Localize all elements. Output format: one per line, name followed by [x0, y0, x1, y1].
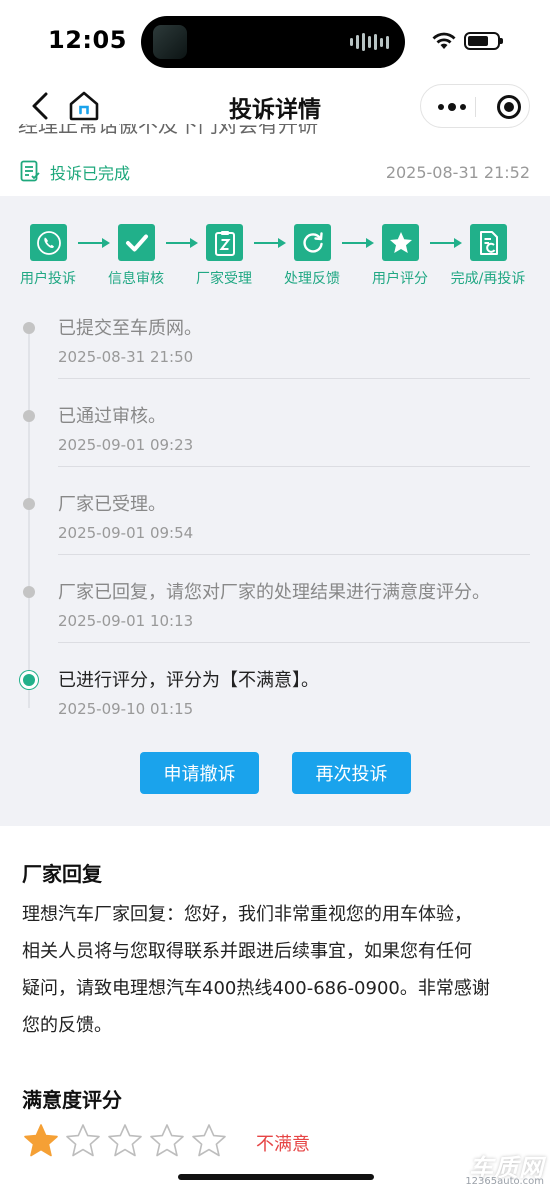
star-empty-icon: [192, 1124, 226, 1157]
rating-stars: [22, 1122, 228, 1160]
capsule-divider: [475, 97, 476, 117]
timeline-divider: [58, 554, 530, 555]
rating-section-title: 满意度评分: [22, 1088, 122, 1112]
home-button[interactable]: [66, 88, 102, 124]
step-icon-box: [30, 224, 67, 261]
home-icon: [69, 91, 99, 121]
timeline-dot: [23, 322, 35, 334]
progress-steps: 用户投诉 信息审核 厂家受理 处理反馈 用户评分 完成/再投诉: [0, 224, 550, 294]
home-indicator[interactable]: [178, 1174, 374, 1180]
step-manufacturer-accept: 厂家受理: [180, 224, 268, 294]
nav-bar: 投诉详情: [0, 84, 550, 128]
timeline-time: 2025-09-01 09:23: [58, 436, 194, 454]
timeline-divider: [58, 378, 530, 379]
more-dot-icon: [438, 104, 444, 110]
timeline-item: 厂家已回复，请您对厂家的处理结果进行满意度评分。 2025-09-01 10:1…: [0, 570, 550, 658]
step-icon-box: [118, 224, 155, 261]
step-info-review: 信息审核: [92, 224, 180, 294]
timeline-dot: [23, 586, 35, 598]
star-empty-icon: [150, 1124, 184, 1157]
rating-label: 不满意: [256, 1134, 310, 1155]
reply-line: 您的反馈。: [22, 1015, 112, 1036]
timeline-text: 厂家已回复，请您对厂家的处理结果进行满意度评分。: [58, 582, 490, 603]
timeline-divider: [58, 466, 530, 467]
timeline-time: 2025-09-01 09:54: [58, 524, 194, 542]
star-icon: [389, 231, 412, 253]
timeline-time: 2025-09-01 10:13: [58, 612, 194, 630]
timeline-time: 2025-08-31 21:50: [58, 348, 194, 366]
close-miniapp-button[interactable]: [497, 95, 521, 119]
complaint-status-time: 2025-08-31 21:52: [385, 163, 530, 182]
step-processing-feedback: 处理反馈: [268, 224, 356, 294]
step-user-complaint: 用户投诉: [4, 224, 92, 294]
back-button[interactable]: [26, 90, 54, 122]
audio-wave-icon: [350, 33, 389, 51]
reply-line: 相关人员将与您取得联系并跟进后续事宜，如果您有任何: [22, 941, 472, 962]
status-time: 12:05: [48, 26, 127, 54]
withdraw-complaint-button[interactable]: 申请撤诉: [140, 752, 259, 794]
wifi-icon: [432, 32, 456, 49]
timeline-text: 已进行评分，评分为【不满意】。: [58, 670, 319, 691]
timeline-text: 厂家已受理。: [58, 494, 166, 515]
step-user-rating: 用户评分: [356, 224, 444, 294]
timeline-divider: [58, 642, 530, 643]
chevron-left-icon: [32, 92, 48, 120]
document-check-icon: [20, 160, 40, 182]
miniapp-capsule: [420, 84, 530, 128]
reply-line: 疑问，请致电理想汽车400热线400-686-0900。非常感谢: [22, 978, 490, 999]
reply-text: 理想汽车厂家回复：您好，我们非常重视您的用车体验， 相关人员将与您取得联系并跟进…: [22, 896, 532, 1044]
star-empty-icon: [66, 1124, 100, 1157]
phone-icon: [36, 230, 61, 255]
reply-line: 理想汽车厂家回复：您好，我们非常重视您的用车体验，: [22, 904, 472, 925]
status-bar: 12:05: [0, 0, 550, 84]
more-button[interactable]: [435, 97, 469, 117]
step-label: 完成/再投诉: [450, 271, 526, 287]
check-icon: [125, 234, 148, 251]
battery-icon: [464, 32, 503, 50]
timeline-dot-active: [23, 674, 35, 686]
reply-section-title: 厂家回复: [22, 862, 102, 886]
complaint-status-row: 投诉已完成 2025-08-31 21:52: [20, 158, 530, 186]
page: 12:05 投诉详情 经理正常话傲不及下门对会有开研 投诉已完成 2025-08…: [0, 0, 550, 1192]
timeline-time: 2025-09-10 01:15: [58, 700, 194, 718]
more-dot-icon: [460, 104, 466, 110]
timeline-item: 厂家已受理。 2025-09-01 09:54: [0, 482, 550, 570]
complaint-status-label: 投诉已完成: [50, 164, 131, 183]
step-icon-box: [206, 224, 243, 261]
document-icon: [479, 230, 498, 255]
watermark-logo: 车质网 12365auto.com: [462, 1148, 548, 1192]
watermark-url: 12365auto.com: [465, 1176, 544, 1187]
recomplain-button[interactable]: 再次投诉: [292, 752, 411, 794]
timeline-dot: [23, 410, 35, 422]
step-icon-box: [382, 224, 419, 261]
timeline-item-current: 已进行评分，评分为【不满意】。 2025-09-10 01:15: [0, 658, 550, 746]
progress-panel: 用户投诉 信息审核 厂家受理 处理反馈 用户评分 完成/再投诉 已提交至车质网。…: [0, 196, 550, 826]
timeline-item: 已通过审核。 2025-09-01 09:23: [0, 394, 550, 482]
timeline-dot: [23, 498, 35, 510]
clipboard-icon: [214, 230, 235, 256]
star-filled-icon: [24, 1124, 58, 1157]
now-playing-artwork: [153, 25, 187, 59]
more-dot-icon: [448, 103, 456, 111]
step-complete-recomplain: 完成/再投诉: [444, 224, 532, 294]
timeline-text: 已提交至车质网。: [58, 318, 202, 339]
star-empty-icon: [108, 1124, 142, 1157]
timeline-text: 已通过审核。: [58, 406, 166, 427]
dynamic-island[interactable]: [141, 16, 405, 68]
timeline-item: 已提交至车质网。 2025-08-31 21:50: [0, 306, 550, 394]
truncated-text: 经理正常话傲不及下门对会有开研: [18, 124, 318, 137]
step-icon-box: [470, 224, 507, 261]
refresh-icon: [302, 231, 323, 253]
step-icon-box: [294, 224, 331, 261]
